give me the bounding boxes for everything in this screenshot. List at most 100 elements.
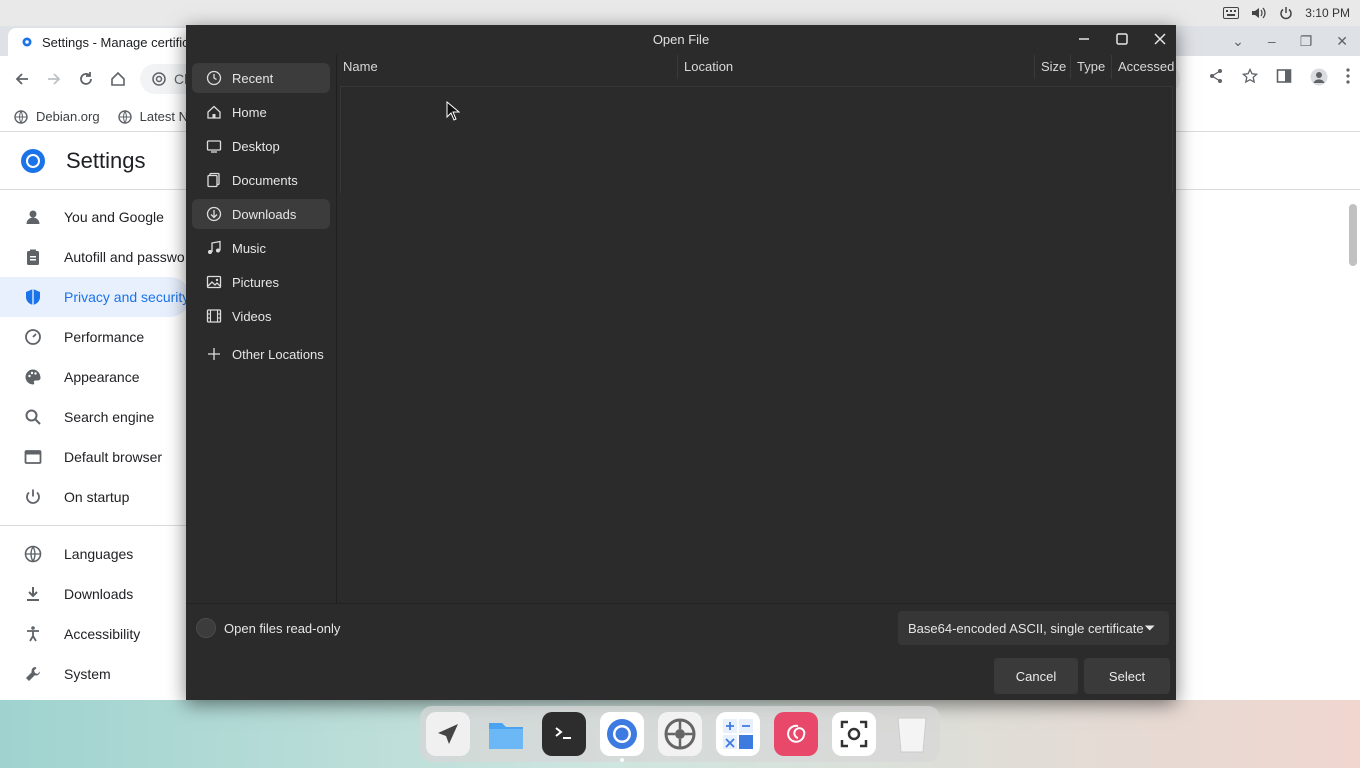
column-location[interactable]: Location [678,55,1035,79]
readonly-label: Open files read-only [224,620,341,636]
close-icon[interactable] [1152,30,1168,48]
system-top-bar: 3:10 PM [0,0,1360,26]
place-home[interactable]: Home [192,97,330,127]
nav-autofill[interactable]: Autofill and passwo [0,237,190,277]
select-button[interactable]: Select [1084,658,1170,694]
footer-divider [186,603,1176,604]
download-icon [27,587,39,601]
power-icon[interactable] [1279,6,1293,20]
tab-title: Settings - Manage certific [42,34,189,50]
kebab-menu-icon[interactable] [1346,68,1350,89]
bookmark-latest[interactable]: Latest N [117,109,188,124]
minimize-icon[interactable] [1076,30,1092,48]
readonly-checkbox[interactable] [196,618,216,638]
gauge-icon [25,329,41,345]
maximize-icon[interactable] [1114,30,1130,48]
globe-icon [117,109,132,124]
music-icon [208,240,221,254]
dropdown-arrow-icon [1144,625,1155,631]
file-type-value: Base64-encoded ASCII, single certificate [908,620,1144,636]
nav-downloads[interactable]: Downloads [0,574,190,614]
file-list-empty-area[interactable] [337,193,1176,603]
keyboard-icon[interactable] [1223,7,1240,19]
place-recent[interactable]: Recent [192,63,330,93]
place-other-locations[interactable]: Other Locations [192,339,330,369]
accessibility-icon [27,626,39,642]
chrome-icon[interactable] [600,712,644,762]
share-icon[interactable] [1208,68,1224,89]
nav-on-startup[interactable]: On startup [0,477,190,517]
debian-icon[interactable] [774,712,818,756]
reload-icon[interactable] [75,68,97,90]
column-accessed[interactable]: Accessed [1112,55,1176,79]
nav-system[interactable]: System [0,654,190,694]
readonly-toggle[interactable]: Open files read-only [196,618,340,638]
place-pictures[interactable]: Pictures [192,267,330,297]
gear-icon [22,37,32,47]
page-title: Settings [66,147,146,173]
clock[interactable]: 3:10 PM [1305,6,1350,20]
minimize-icon[interactable]: – [1268,33,1276,49]
globe-icon [14,109,28,124]
launcher-icon[interactable] [426,712,470,756]
calculator-icon[interactable] [716,712,760,756]
chevron-down-icon[interactable]: ⌄ [1232,33,1244,50]
globe-icon [24,545,42,563]
person-icon [26,210,40,224]
nav-privacy-security[interactable]: Privacy and security [0,277,190,317]
file-type-select[interactable]: Base64-encoded ASCII, single certificate [898,611,1169,645]
profile-icon[interactable] [1310,68,1328,89]
chrome-icon [152,72,166,86]
nav-languages[interactable]: Languages [0,534,190,574]
settings-nav: You and Google Autofill and passwo Priva… [0,197,190,694]
nav-search-engine[interactable]: Search engine [0,397,190,437]
place-documents[interactable]: Documents [192,165,330,195]
nav-appearance[interactable]: Appearance [0,357,190,397]
browser-icon [24,450,42,464]
place-desktop[interactable]: Desktop [192,131,330,161]
film-icon [206,309,222,323]
column-type[interactable]: Type [1071,55,1112,79]
wrench-icon [26,667,40,681]
power-icon [26,489,40,504]
column-name[interactable]: Name [337,55,678,79]
running-indicator [620,758,624,762]
dialog-window-controls [1076,30,1168,48]
plus-icon [208,348,220,360]
star-icon[interactable] [1241,67,1259,89]
file-list[interactable] [340,86,1173,193]
close-icon[interactable]: ✕ [1336,33,1348,50]
terminal-icon[interactable] [542,712,586,756]
nav-you-and-google[interactable]: You and Google [0,197,190,237]
screenshot-icon[interactable] [832,712,876,756]
nav-accessibility[interactable]: Accessibility [0,614,190,654]
forward-icon[interactable] [43,68,65,90]
sidepanel-icon[interactable] [1276,68,1292,89]
nav-performance[interactable]: Performance [0,317,190,357]
place-downloads[interactable]: Downloads [192,199,330,229]
volume-icon[interactable] [1251,6,1267,20]
files-icon[interactable] [484,712,528,756]
trash-icon[interactable] [890,712,934,756]
restore-icon[interactable]: ❐ [1300,33,1313,50]
cancel-button[interactable]: Cancel [994,658,1078,694]
settings-icon[interactable] [658,712,702,756]
dock [420,706,940,762]
page-scrollbar-thumb[interactable] [1349,204,1357,266]
picture-icon [206,275,222,289]
open-file-dialog: Open File Recent Home Desktop Documents [186,25,1176,700]
back-icon[interactable] [11,68,33,90]
toolbar-right-icons [1208,67,1350,89]
bookmark-debian[interactable]: Debian.org [14,109,100,124]
place-videos[interactable]: Videos [192,301,330,331]
mouse-cursor-icon [446,100,461,124]
home-icon[interactable] [107,68,129,90]
nav-default-browser[interactable]: Default browser [0,437,190,477]
desktop-icon [206,140,222,153]
page-scrollbar[interactable] [1346,190,1360,700]
tab-settings[interactable]: Settings - Manage certific [8,28,208,56]
place-music[interactable]: Music [192,233,330,263]
system-tray: 3:10 PM [1223,0,1350,26]
column-size[interactable]: Size [1035,55,1071,79]
dialog-title: Open File [652,32,710,47]
